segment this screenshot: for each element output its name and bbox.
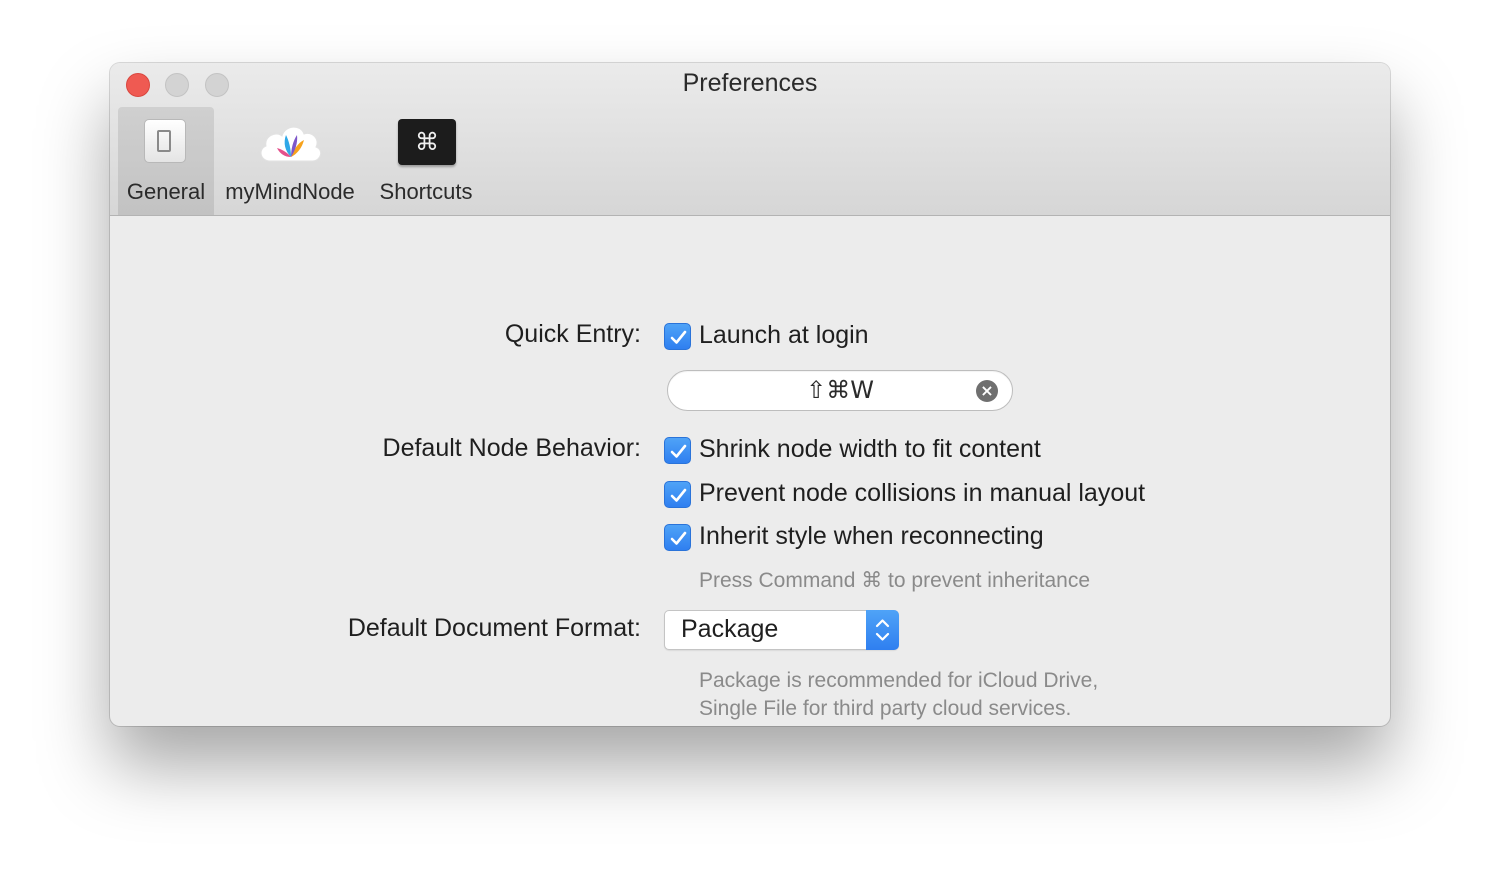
checkmark-icon <box>670 488 687 502</box>
quick-entry-label: Quick Entry: <box>504 320 641 348</box>
inherit-style-label: Inherit style when reconnecting <box>699 522 1044 550</box>
document-format-select[interactable]: Package <box>664 610 899 650</box>
prevent-collisions-label: Prevent node collisions in manual layout <box>699 479 1146 507</box>
node-behavior-label: Default Node Behavior: <box>382 434 641 462</box>
general-pane: Quick Entry: Launch at login ⇧⌘W × Defau… <box>110 216 1390 726</box>
format-hint-line1: Package is recommended for iCloud Drive, <box>699 669 1099 692</box>
document-format-label: Default Document Format: <box>347 614 641 642</box>
clear-shortcut-icon[interactable]: × <box>976 380 998 402</box>
titlebar: Preferences General myMindNode ⌘ Shortcu… <box>110 63 1390 216</box>
prevent-collisions-checkbox[interactable] <box>664 481 691 508</box>
checkmark-icon <box>670 330 687 344</box>
switch-icon <box>144 119 186 163</box>
tab-mymindnode[interactable]: myMindNode <box>220 107 360 215</box>
tab-general-label: General <box>126 179 206 204</box>
window-title: Preferences <box>682 69 818 97</box>
preferences-window: Preferences General myMindNode ⌘ Shortcu… <box>110 63 1390 726</box>
tab-mymindnode-label: myMindNode <box>225 179 355 204</box>
shrink-node-width-label: Shrink node width to fit content <box>699 435 1041 463</box>
shrink-node-width-checkbox[interactable] <box>664 437 691 464</box>
inherit-style-checkbox[interactable] <box>664 524 691 551</box>
inheritance-hint: Press Command ⌘ to prevent inheritance <box>699 569 1091 592</box>
command-key-icon: ⌘ <box>398 119 456 165</box>
quick-entry-shortcut-field[interactable]: ⇧⌘W × <box>667 370 1013 411</box>
checkmark-icon <box>670 531 687 545</box>
quick-entry-shortcut-value: ⇧⌘W <box>806 376 874 404</box>
checkmark-icon <box>670 444 687 458</box>
tab-shortcuts[interactable]: ⌘ Shortcuts <box>366 107 486 215</box>
document-format-value: Package <box>681 615 779 643</box>
tab-shortcuts-label: Shortcuts <box>379 179 473 204</box>
mymindnode-cloud-icon <box>260 126 322 162</box>
tab-general[interactable]: General <box>118 107 214 215</box>
launch-at-login-label: Launch at login <box>699 321 869 349</box>
select-stepper-icon <box>866 610 899 650</box>
launch-at-login-checkbox[interactable] <box>664 323 691 350</box>
format-hint-line2: Single File for third party cloud servic… <box>699 697 1072 720</box>
